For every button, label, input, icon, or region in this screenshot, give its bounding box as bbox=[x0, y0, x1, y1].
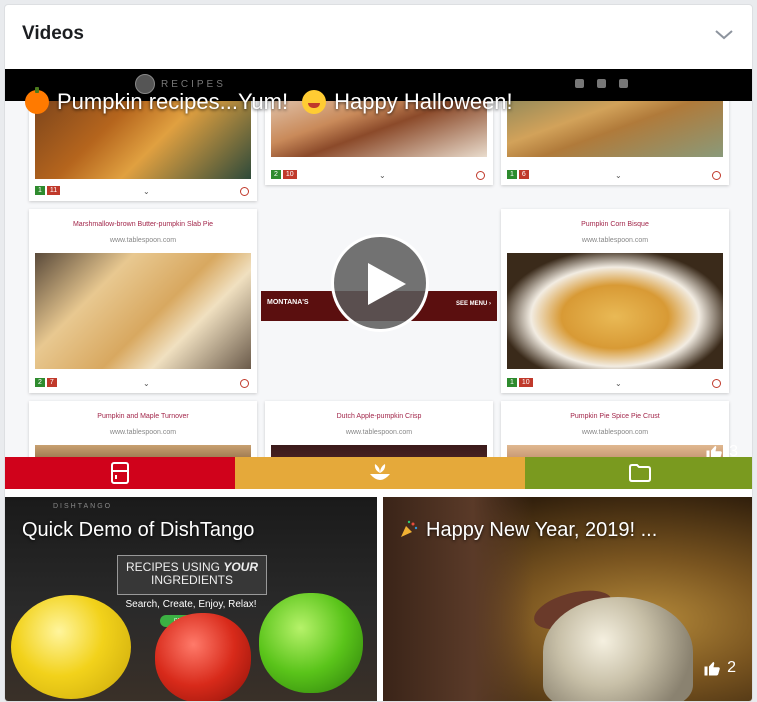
card-url: www.tablespoon.com bbox=[581, 237, 649, 244]
category-tabbar bbox=[5, 457, 752, 489]
headline-text-2: INGREDIENTS bbox=[150, 573, 233, 587]
video-thumbnail[interactable]: DISHTANGO RECIPES USING YOUR INGREDIENTS… bbox=[5, 497, 377, 701]
instagram-icon bbox=[619, 79, 628, 88]
tab-recipes[interactable] bbox=[5, 457, 235, 489]
play-icon bbox=[368, 263, 406, 305]
dislikes-badge: 6 bbox=[518, 170, 529, 179]
likes-badge: 2 bbox=[35, 378, 45, 387]
lemon-image bbox=[11, 595, 131, 699]
card-url: www.tablespoon.com bbox=[581, 429, 649, 436]
like-count-value: 2 bbox=[727, 659, 736, 676]
video-title: Quick Demo of DishTango bbox=[22, 519, 255, 541]
play-button[interactable] bbox=[331, 234, 429, 332]
headline-text: RECIPES USING bbox=[125, 560, 224, 574]
ad-cta: SEE MENU › bbox=[455, 301, 491, 307]
recipe-card: Pumpkin Corn Bisque www.tablespoon.com 1… bbox=[501, 209, 729, 393]
chevron-down-icon: ⌄ bbox=[379, 171, 386, 180]
card-title: Marshmallow-brown Butter-pumpkin Slab Pi… bbox=[72, 221, 214, 228]
sad-face-icon bbox=[240, 187, 249, 196]
jack-o-lantern-icon bbox=[25, 87, 49, 114]
dislikes-badge: 7 bbox=[46, 378, 57, 387]
ad-logo: MONTANA'S bbox=[267, 299, 309, 306]
bowl-sprout-icon bbox=[370, 464, 390, 480]
card-title: Pumpkin and Maple Turnover bbox=[97, 413, 189, 420]
likes-badge: 2 bbox=[271, 170, 281, 179]
card-url: www.tablespoon.com bbox=[109, 237, 177, 244]
sad-face-icon bbox=[712, 379, 721, 388]
headline-bold: YOUR bbox=[223, 560, 259, 574]
dislikes-badge: 10 bbox=[282, 170, 297, 179]
video-title: Happy New Year, 2019! ... bbox=[426, 519, 658, 541]
card-title: Pumpkin Pie Spice Pie Crust bbox=[570, 413, 660, 420]
featured-title-text: Pumpkin recipes...Yum! bbox=[57, 89, 289, 114]
sad-face-icon bbox=[240, 379, 249, 388]
card-title: Pumpkin Corn Bisque bbox=[581, 221, 649, 228]
likes-badge: 1 bbox=[35, 186, 45, 195]
featured-video[interactable]: 1 11 ⌄ 2 10 ⌄ 16 ⌄ Marshmallow-brown Butte… bbox=[5, 69, 752, 489]
tab-ingredients[interactable] bbox=[235, 457, 525, 489]
dislikes-badge: 10 bbox=[518, 378, 533, 387]
recipe-card: Marshmallow-brown Butter-pumpkin Slab Pi… bbox=[29, 209, 257, 393]
tab-collections[interactable] bbox=[525, 457, 752, 489]
featured-title-suffix: Happy Halloween! bbox=[334, 89, 513, 114]
tomato-image bbox=[155, 613, 251, 701]
thumbs-up-icon bbox=[704, 662, 720, 676]
apple-image bbox=[259, 593, 363, 693]
featured-video-title: Pumpkin recipes...Yum! Happy Halloween! bbox=[25, 87, 513, 115]
chevron-down-icon: ⌄ bbox=[143, 187, 150, 196]
sad-face-icon bbox=[712, 171, 721, 180]
dislikes-badge: 11 bbox=[46, 186, 61, 195]
panel-header: Videos bbox=[5, 5, 752, 69]
videos-panel: Videos 1 11 ⌄ 2 10 ⌄ 16 ⌄ Marshmallow-brow… bbox=[4, 4, 753, 702]
card-url: www.tablespoon.com bbox=[109, 429, 177, 436]
recipe-book-icon bbox=[111, 462, 129, 484]
card-url: www.tablespoon.com bbox=[345, 429, 413, 436]
chevron-down-icon: ⌄ bbox=[143, 379, 150, 388]
panel-title: Videos bbox=[22, 23, 84, 44]
brand-text: DISHTANGO bbox=[53, 503, 113, 510]
silver-ornament-image bbox=[543, 597, 693, 701]
card-title: Dutch Apple-pumpkin Crisp bbox=[336, 413, 422, 420]
likes-badge: 1 bbox=[507, 170, 517, 179]
sad-face-icon bbox=[476, 171, 485, 180]
chevron-down-icon: ⌄ bbox=[615, 171, 622, 180]
twitter-icon bbox=[575, 79, 584, 88]
yum-face-icon bbox=[302, 90, 327, 114]
demo-headline: RECIPES USING YOUR INGREDIENTS bbox=[117, 561, 267, 587]
party-popper-icon bbox=[401, 520, 418, 537]
like-count: 2 bbox=[703, 659, 736, 677]
video-thumbnail[interactable]: Happy New Year, 2019! ... 2 bbox=[383, 497, 752, 701]
chevron-down-icon: ⌄ bbox=[615, 379, 622, 388]
folder-icon bbox=[628, 464, 651, 482]
video-title-wrap: Happy New Year, 2019! ... bbox=[400, 519, 657, 542]
chevron-down-icon[interactable] bbox=[712, 23, 736, 47]
likes-badge: 1 bbox=[507, 378, 517, 387]
facebook-icon bbox=[597, 79, 606, 88]
